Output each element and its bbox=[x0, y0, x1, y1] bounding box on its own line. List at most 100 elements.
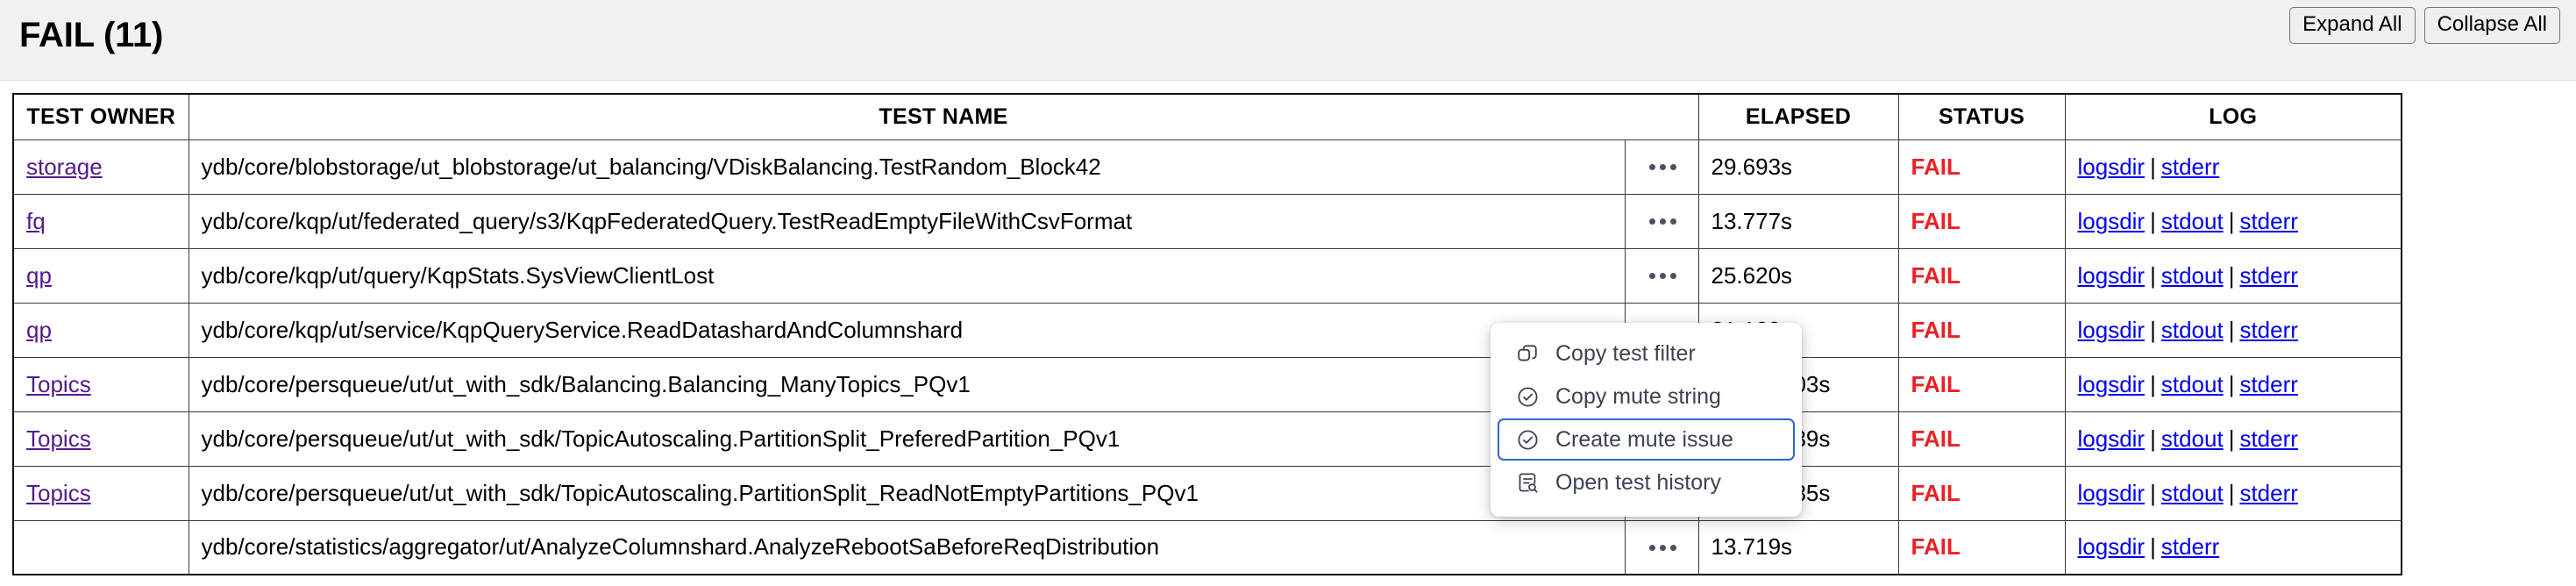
log-link-separator: | bbox=[2150, 425, 2156, 452]
log-link-separator: | bbox=[2228, 207, 2235, 234]
collapse-all-button[interactable]: Collapse All bbox=[2423, 7, 2560, 44]
log-link-separator: | bbox=[2228, 479, 2235, 506]
log-link-separator: | bbox=[2150, 316, 2156, 343]
cell-test-name: ydb/core/blobstorage/ut_blobstorage/ut_b… bbox=[188, 139, 1626, 195]
log-link-logsdir[interactable]: logsdir bbox=[2078, 208, 2145, 234]
column-header-test-owner[interactable]: TEST OWNER bbox=[12, 93, 189, 140]
context-menu-item[interactable]: Open test history bbox=[1498, 461, 1795, 504]
cell-row-actions bbox=[1624, 193, 1699, 249]
cell-test-owner: Topics bbox=[12, 411, 189, 467]
document-search-icon bbox=[1513, 468, 1541, 497]
expand-all-button[interactable]: Expand All bbox=[2289, 7, 2416, 44]
cell-row-actions bbox=[1624, 247, 1699, 304]
cell-test-owner: Topics bbox=[12, 356, 189, 412]
cell-log: logsdir | stdout | stderr bbox=[2064, 356, 2402, 412]
test-results-table: TEST OWNER TEST NAME ELAPSED STATUS LOG … bbox=[12, 93, 2402, 575]
test-owner-link[interactable]: Topics bbox=[26, 480, 91, 506]
cell-status: FAIL bbox=[1897, 247, 2066, 304]
context-menu-item-label: Open test history bbox=[1555, 469, 1721, 495]
column-header-log[interactable]: LOG bbox=[2064, 93, 2402, 140]
log-link-stderr[interactable]: stderr bbox=[2239, 425, 2297, 452]
column-header-elapsed[interactable]: ELAPSED bbox=[1697, 93, 1899, 140]
cell-test-name: ydb/core/statistics/aggregator/ut/Analyz… bbox=[188, 519, 1626, 575]
context-menu-item-label: Copy mute string bbox=[1555, 383, 1721, 409]
test-owner-link[interactable]: qp bbox=[26, 262, 52, 289]
context-menu-item-label: Copy test filter bbox=[1555, 340, 1696, 366]
log-link-separator: | bbox=[2150, 533, 2156, 561]
status-badge: FAIL bbox=[1911, 479, 1960, 506]
cell-test-owner: qp bbox=[12, 302, 189, 358]
log-link-stdout[interactable]: stdout bbox=[2161, 371, 2224, 397]
log-link-separator: | bbox=[2150, 370, 2156, 397]
status-badge: FAIL bbox=[1911, 316, 1960, 343]
test-owner-link[interactable]: qp bbox=[26, 317, 52, 343]
test-owner-link[interactable]: fq bbox=[26, 208, 46, 234]
test-owner-link[interactable]: Topics bbox=[26, 425, 91, 452]
table-header-row: TEST OWNER TEST NAME ELAPSED STATUS LOG bbox=[12, 93, 2402, 140]
ellipsis-horizontal-icon[interactable] bbox=[1638, 530, 1689, 565]
log-link-stderr[interactable]: stderr bbox=[2161, 154, 2219, 180]
cell-status: FAIL bbox=[1897, 465, 2066, 521]
page-title: FAIL (11) bbox=[19, 16, 164, 54]
table-row: Topics ydb/core/persqueue/ut/ut_with_sdk/… bbox=[12, 465, 2402, 521]
log-link-stdout[interactable]: stdout bbox=[2161, 262, 2224, 289]
ellipsis-horizontal-icon[interactable] bbox=[1638, 258, 1689, 293]
status-badge: FAIL bbox=[1911, 207, 1960, 234]
context-menu-item[interactable]: Copy mute string bbox=[1498, 375, 1795, 418]
table-row: Topics ydb/core/persqueue/ut/ut_with_sdk/… bbox=[12, 356, 2402, 412]
log-link-separator: | bbox=[2150, 261, 2156, 289]
log-link-logsdir[interactable]: logsdir bbox=[2078, 317, 2145, 343]
test-owner-link[interactable]: storage bbox=[26, 154, 103, 180]
status-badge: FAIL bbox=[1911, 153, 1960, 180]
check-circle-icon bbox=[1513, 382, 1541, 411]
context-menu-item[interactable]: Copy test filter bbox=[1498, 332, 1795, 375]
test-owner-link[interactable]: Topics bbox=[26, 371, 91, 397]
log-link-stderr[interactable]: stderr bbox=[2161, 533, 2219, 560]
log-link-stderr[interactable]: stderr bbox=[2239, 317, 2297, 343]
cell-log: logsdir | stdout | stderr bbox=[2064, 302, 2402, 358]
log-link-stderr[interactable]: stderr bbox=[2239, 208, 2297, 234]
cell-test-name: ydb/core/persqueue/ut/ut_with_sdk/TopicA… bbox=[188, 411, 1626, 467]
cell-log: logsdir | stdout | stderr bbox=[2064, 193, 2402, 249]
context-menu-item[interactable]: Create mute issue bbox=[1498, 418, 1795, 461]
cell-log: logsdir | stdout | stderr bbox=[2064, 411, 2402, 467]
table-row: fq ydb/core/kqp/ut/federated_query/s3/Kqp… bbox=[12, 193, 2402, 249]
log-link-separator: | bbox=[2150, 207, 2156, 234]
table-head: TEST OWNER TEST NAME ELAPSED STATUS LOG bbox=[12, 93, 2402, 140]
fail-section-header: FAIL (11) Expand All Collapse All bbox=[0, 0, 2576, 81]
log-link-logsdir[interactable]: logsdir bbox=[2078, 480, 2145, 506]
log-link-stdout[interactable]: stdout bbox=[2161, 208, 2224, 234]
cell-status: FAIL bbox=[1897, 356, 2066, 412]
ellipsis-horizontal-icon[interactable] bbox=[1638, 204, 1689, 239]
header-actions: Expand All Collapse All bbox=[2289, 7, 2560, 44]
log-link-stderr[interactable]: stderr bbox=[2239, 262, 2297, 289]
cell-test-name: ydb/core/kqp/ut/service/KqpQueryService.… bbox=[188, 302, 1626, 358]
cell-test-name: ydb/core/kqp/ut/query/KqpStats.SysViewCl… bbox=[188, 247, 1626, 304]
test-row-context-menu[interactable]: Copy test filter Copy mute string Create m… bbox=[1491, 323, 1802, 517]
cell-test-owner: Topics bbox=[12, 465, 189, 521]
column-header-test-name[interactable]: TEST NAME bbox=[188, 93, 1699, 140]
ellipsis-horizontal-icon[interactable] bbox=[1638, 149, 1689, 184]
log-link-stdout[interactable]: stdout bbox=[2161, 480, 2224, 506]
cell-row-actions bbox=[1624, 139, 1699, 195]
log-link-logsdir[interactable]: logsdir bbox=[2078, 425, 2145, 452]
table-row: Topics ydb/core/persqueue/ut/ut_with_sdk/… bbox=[12, 411, 2402, 467]
cell-log: logsdir | stderr bbox=[2064, 519, 2402, 575]
cell-test-owner: qp bbox=[12, 247, 189, 304]
log-link-logsdir[interactable]: logsdir bbox=[2078, 262, 2145, 289]
cell-row-actions bbox=[1624, 519, 1699, 575]
log-link-separator: | bbox=[2228, 425, 2235, 452]
log-link-logsdir[interactable]: logsdir bbox=[2078, 371, 2145, 397]
table-row: storage ydb/core/blobstorage/ut_blobstora… bbox=[12, 139, 2402, 195]
cell-test-name: ydb/core/kqp/ut/federated_query/s3/KqpFe… bbox=[188, 193, 1626, 249]
log-link-logsdir[interactable]: logsdir bbox=[2078, 154, 2145, 180]
log-link-stdout[interactable]: stdout bbox=[2161, 425, 2224, 452]
table-body: storage ydb/core/blobstorage/ut_blobstora… bbox=[12, 139, 2402, 575]
log-link-logsdir[interactable]: logsdir bbox=[2078, 533, 2145, 560]
cell-elapsed: 13.777s bbox=[1697, 193, 1899, 249]
log-link-stderr[interactable]: stderr bbox=[2239, 371, 2297, 397]
log-link-separator: | bbox=[2228, 316, 2235, 343]
log-link-stdout[interactable]: stdout bbox=[2161, 317, 2224, 343]
column-header-status[interactable]: STATUS bbox=[1897, 93, 2066, 140]
log-link-stderr[interactable]: stderr bbox=[2239, 480, 2297, 506]
